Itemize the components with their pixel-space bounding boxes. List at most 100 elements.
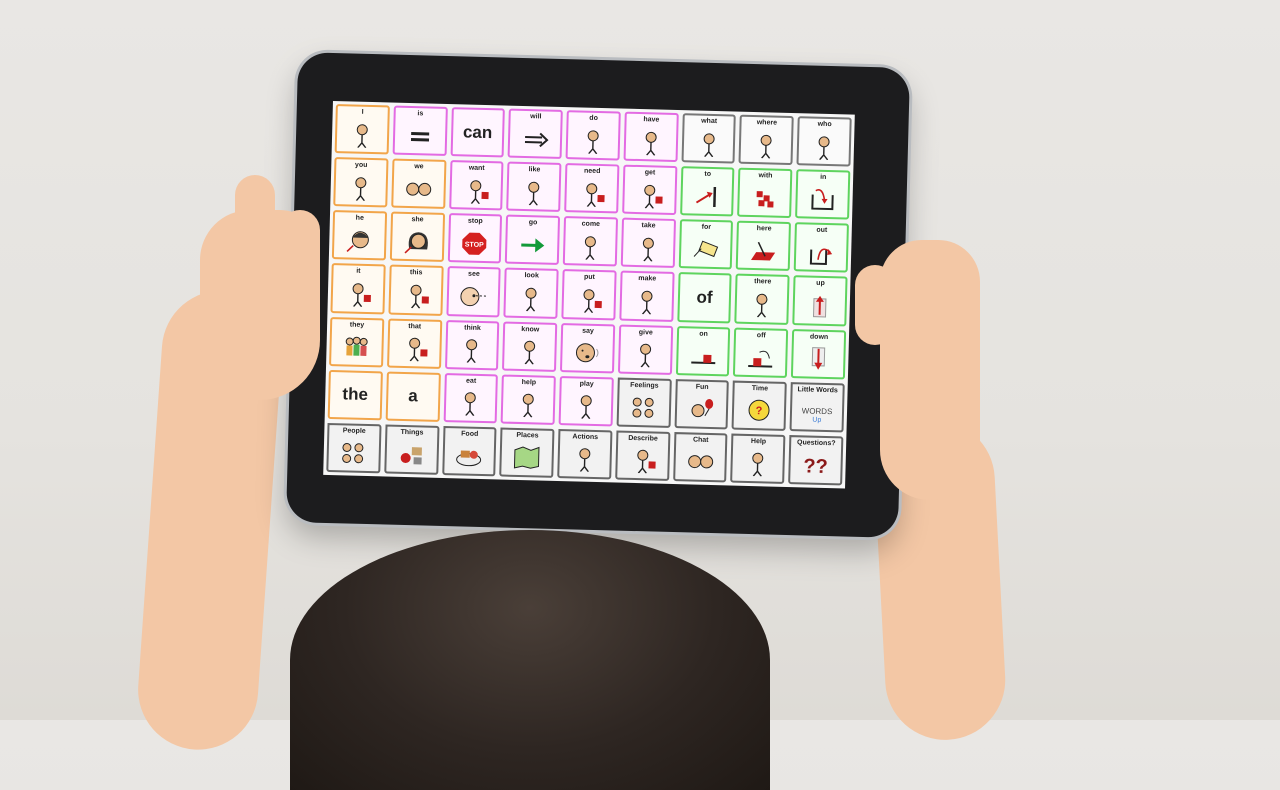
symbol-button-things[interactable]: Things <box>384 424 439 475</box>
symbol-button-know[interactable]: know <box>502 321 557 372</box>
person-needing-icon <box>566 175 617 211</box>
symbol-button-see[interactable]: see <box>446 266 501 317</box>
person-thinking-icon <box>447 332 498 368</box>
symbol-label: I <box>361 109 363 117</box>
symbol-button-think[interactable]: think <box>445 320 500 371</box>
symbol-button-take[interactable]: take <box>621 218 676 269</box>
right-hand <box>880 240 980 500</box>
girl-face-icon <box>392 224 443 260</box>
equals-icon <box>394 118 445 154</box>
symbol-button-food[interactable]: Food <box>442 426 497 477</box>
symbol-button-give[interactable]: give <box>618 324 673 375</box>
symbol-button-in[interactable]: in <box>795 169 850 220</box>
symbol-button-this[interactable]: this <box>388 265 443 316</box>
symbol-button-down[interactable]: down <box>791 329 846 380</box>
symbol-button-describe[interactable]: Describe <box>615 430 670 481</box>
symbol-button-help[interactable]: Help <box>731 433 786 484</box>
symbol-label: can <box>463 122 493 143</box>
boy-face-icon <box>334 222 385 258</box>
person-biking-icon <box>559 441 610 477</box>
symbol-button-look[interactable]: look <box>504 268 559 319</box>
symbol-button-time[interactable]: Time? <box>732 380 787 431</box>
symbol-button-questions[interactable]: Questions??? <box>788 435 843 486</box>
symbol-button-i[interactable]: I <box>335 104 390 155</box>
symbol-button-out[interactable]: out <box>794 222 849 273</box>
person-pointing-self-icon <box>337 116 388 152</box>
symbol-label: off <box>757 332 766 340</box>
two-faces-chat-icon <box>675 444 726 480</box>
symbol-button-there[interactable]: there <box>735 274 790 325</box>
people-giving-icon <box>620 336 671 372</box>
blocks-together-icon <box>740 180 791 216</box>
symbol-button-fun[interactable]: Fun <box>674 379 729 430</box>
symbol-button-people[interactable]: People <box>326 423 381 474</box>
point-at-block-icon <box>333 275 384 311</box>
arrow-down-icon <box>793 341 844 377</box>
symbol-button-little-words[interactable]: Little WordsWORDSUp <box>790 382 845 433</box>
symbol-button-actions[interactable]: Actions <box>557 429 612 480</box>
symbol-button-off[interactable]: off <box>733 327 788 378</box>
symbol-button-of[interactable]: of <box>677 273 732 324</box>
symbol-button-a[interactable]: a <box>385 371 440 422</box>
symbol-button-on[interactable]: on <box>676 326 731 377</box>
symbol-label: is <box>417 110 423 118</box>
symbol-button-what[interactable]: what <box>681 113 736 164</box>
symbol-button-do[interactable]: do <box>566 110 621 161</box>
words-up-icon: WORDSUp <box>792 394 843 430</box>
green-arrow-icon <box>507 227 558 263</box>
symbol-button-places[interactable]: Places <box>500 427 555 478</box>
symbol-button-like[interactable]: like <box>506 162 561 213</box>
symbol-button-play[interactable]: play <box>559 376 614 427</box>
symbol-button-where[interactable]: where <box>739 115 794 166</box>
symbol-button-they[interactable]: they <box>329 317 384 368</box>
symbol-button-up[interactable]: up <box>793 276 848 327</box>
person-wanting-icon <box>451 172 502 208</box>
clock-question-icon: ? <box>734 392 785 428</box>
symbol-button-we[interactable]: we <box>391 159 446 210</box>
symbol-button-come[interactable]: come <box>563 216 618 267</box>
symbol-label: the <box>342 385 368 406</box>
symbol-button-with[interactable]: with <box>738 168 793 219</box>
symbol-button-you[interactable]: you <box>333 157 388 208</box>
people-helping-icon <box>733 445 784 481</box>
person-putting-icon <box>564 282 615 318</box>
symbol-button-to[interactable]: to <box>680 166 735 217</box>
food-plate-icon <box>444 438 495 474</box>
symbol-button-need[interactable]: need <box>564 163 619 214</box>
block-off-surface-icon <box>735 339 786 375</box>
symbol-button-the[interactable]: the <box>328 370 383 421</box>
person-pointing-block-icon <box>390 277 441 313</box>
symbol-button-say[interactable]: say <box>560 323 615 374</box>
symbol-button-it[interactable]: it <box>330 263 385 314</box>
tablet: Iis canwilldohavewhatwherewho youwewantlik… <box>286 52 910 538</box>
symbol-button-who[interactable]: who <box>797 116 852 167</box>
symbol-button-have[interactable]: have <box>623 112 678 163</box>
symbol-label: to <box>704 171 711 179</box>
symbol-button-eat[interactable]: eat <box>443 373 498 424</box>
symbol-button-will[interactable]: will <box>508 109 563 160</box>
symbol-label: for <box>702 224 712 232</box>
symbol-button-can[interactable]: can <box>450 107 505 158</box>
symbol-button-that[interactable]: that <box>387 318 442 369</box>
stop-sign-icon: STOP <box>449 225 500 261</box>
symbol-button-want[interactable]: want <box>449 160 504 211</box>
symbol-button-get[interactable]: get <box>622 165 677 216</box>
symbol-button-for[interactable]: for <box>678 219 733 270</box>
aac-symbol-grid: Iis canwilldohavewhatwherewho youwewantlik… <box>326 104 851 485</box>
symbol-button-here[interactable]: here <box>736 221 791 272</box>
symbol-button-help[interactable]: help <box>501 374 556 425</box>
symbol-label: put <box>584 274 595 282</box>
symbol-button-he[interactable]: he <box>332 210 387 261</box>
symbol-button-is[interactable]: is <box>392 106 447 157</box>
svg-text:?: ? <box>756 405 763 417</box>
symbol-button-she[interactable]: she <box>390 212 445 263</box>
symbol-button-chat[interactable]: Chat <box>673 432 728 483</box>
symbol-button-stop[interactable]: stopSTOP <box>447 213 502 264</box>
symbol-button-make[interactable]: make <box>619 271 674 322</box>
symbol-label: go <box>529 219 538 227</box>
symbol-button-go[interactable]: go <box>505 215 560 266</box>
symbol-button-put[interactable]: put <box>561 269 616 320</box>
block-on-surface-icon <box>678 338 729 374</box>
symbol-button-feelings[interactable]: Feelings <box>616 377 671 428</box>
arrow-right-icon <box>510 121 561 157</box>
